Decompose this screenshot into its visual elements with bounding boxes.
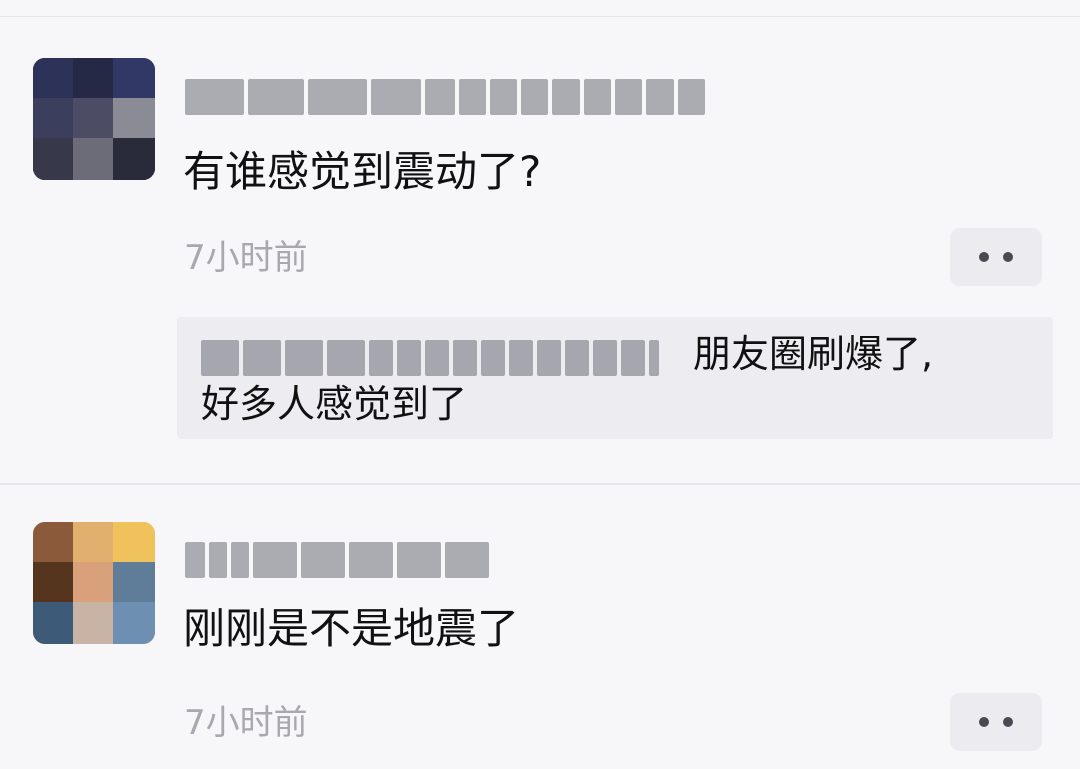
username-pixelated (185, 77, 706, 117)
reply-username-pixelated (201, 339, 671, 377)
avatar[interactable] (33, 522, 155, 644)
more-options-button[interactable] (950, 693, 1042, 751)
comment-time: 7小时前 (184, 703, 308, 743)
reply-text-line-2: 好多人感觉到了 (201, 382, 468, 426)
reply-box[interactable]: 朋友圈刷爆了, 好多人感觉到了 (177, 317, 1053, 439)
comment-divider (0, 483, 1080, 485)
reply-text-line-1: 朋友圈刷爆了, (693, 332, 934, 376)
more-options-button[interactable] (950, 228, 1042, 286)
avatar-image (33, 58, 155, 180)
comment-text: 有谁感觉到震动了? (183, 147, 542, 196)
comment-time: 7小时前 (184, 238, 308, 278)
comment-item: 刚刚是不是地震了 7小时前 (0, 505, 1080, 769)
avatar[interactable] (33, 58, 155, 180)
avatar-image (33, 522, 155, 644)
top-divider (0, 16, 1080, 17)
more-dots-icon (979, 717, 1013, 727)
more-dots-icon (979, 252, 1013, 262)
comment-text: 刚刚是不是地震了 (183, 604, 520, 653)
username-pixelated (185, 540, 505, 580)
comment-item: 有谁感觉到震动了? 7小时前 朋友圈刷爆了, 好多人感觉到了 (0, 40, 1080, 480)
